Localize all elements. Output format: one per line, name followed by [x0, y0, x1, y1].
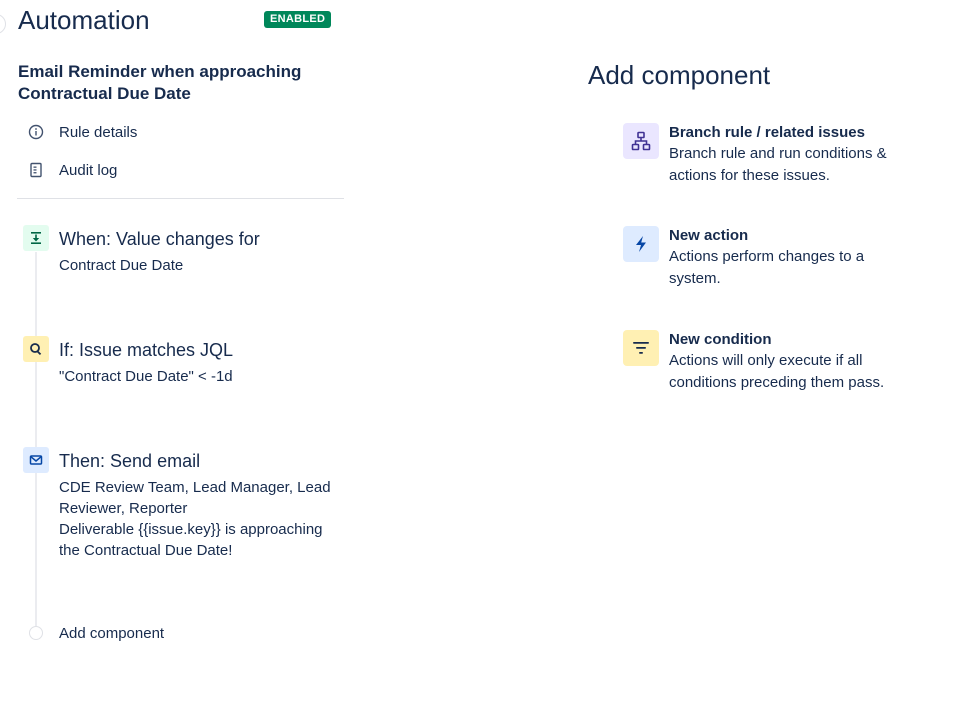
add-component-button[interactable]: Add component [59, 623, 164, 645]
divider [17, 198, 344, 199]
step-condition[interactable]: If: Issue matches JQL "Contract Due Date… [59, 338, 339, 387]
component-description: Actions perform changes to a system. [669, 248, 865, 287]
rule-details-label: Rule details [59, 123, 138, 141]
add-component-dot [29, 626, 43, 640]
filter-icon [623, 330, 659, 366]
rule-details-link[interactable]: Rule details [26, 121, 137, 143]
branch-icon [623, 123, 659, 159]
lightning-icon [623, 226, 659, 262]
component-new-condition[interactable]: New condition Actions will only execute … [623, 330, 923, 394]
timeline-line [35, 252, 37, 627]
panel-title: Add component [588, 60, 771, 90]
step-title: If: Issue matches JQL [59, 340, 234, 360]
step-action[interactable]: Then: Send email CDE Review Team, Lead M… [59, 449, 339, 561]
component-name: New condition [669, 331, 772, 348]
component-description: Actions will only execute if all conditi… [669, 352, 885, 391]
component-name: New action [669, 227, 749, 244]
component-branch[interactable]: Branch rule / related issues Branch rule… [623, 123, 923, 187]
component-description: Branch rule and run conditions & actions… [669, 145, 887, 184]
info-icon [26, 122, 46, 142]
email-icon [23, 447, 49, 473]
search-icon [23, 336, 49, 362]
component-new-action[interactable]: New action Actions perform changes to a … [623, 226, 923, 290]
document-icon [26, 160, 46, 180]
audit-log-link[interactable]: Audit log [26, 159, 117, 181]
step-description: CDE Review Team, Lead Manager, Lead Revi… [59, 479, 331, 517]
step-description: "Contract Due Date" < -1d [59, 368, 233, 385]
step-trigger[interactable]: When: Value changes for Contract Due Dat… [59, 227, 339, 276]
step-description: Contract Due Date [59, 257, 184, 274]
collapse-handle[interactable] [0, 14, 6, 34]
audit-log-label: Audit log [59, 161, 118, 179]
page-title: Automation [18, 5, 150, 35]
rule-name: Email Reminder when approaching Contract… [18, 62, 302, 103]
step-description: Deliverable {{issue.key}} is approaching… [59, 521, 323, 559]
trigger-icon [23, 225, 49, 251]
status-badge: ENABLED [264, 11, 332, 28]
step-title: Then: Send email [59, 451, 201, 471]
step-title: When: Value changes for [59, 229, 260, 249]
component-name: Branch rule / related issues [669, 124, 865, 141]
